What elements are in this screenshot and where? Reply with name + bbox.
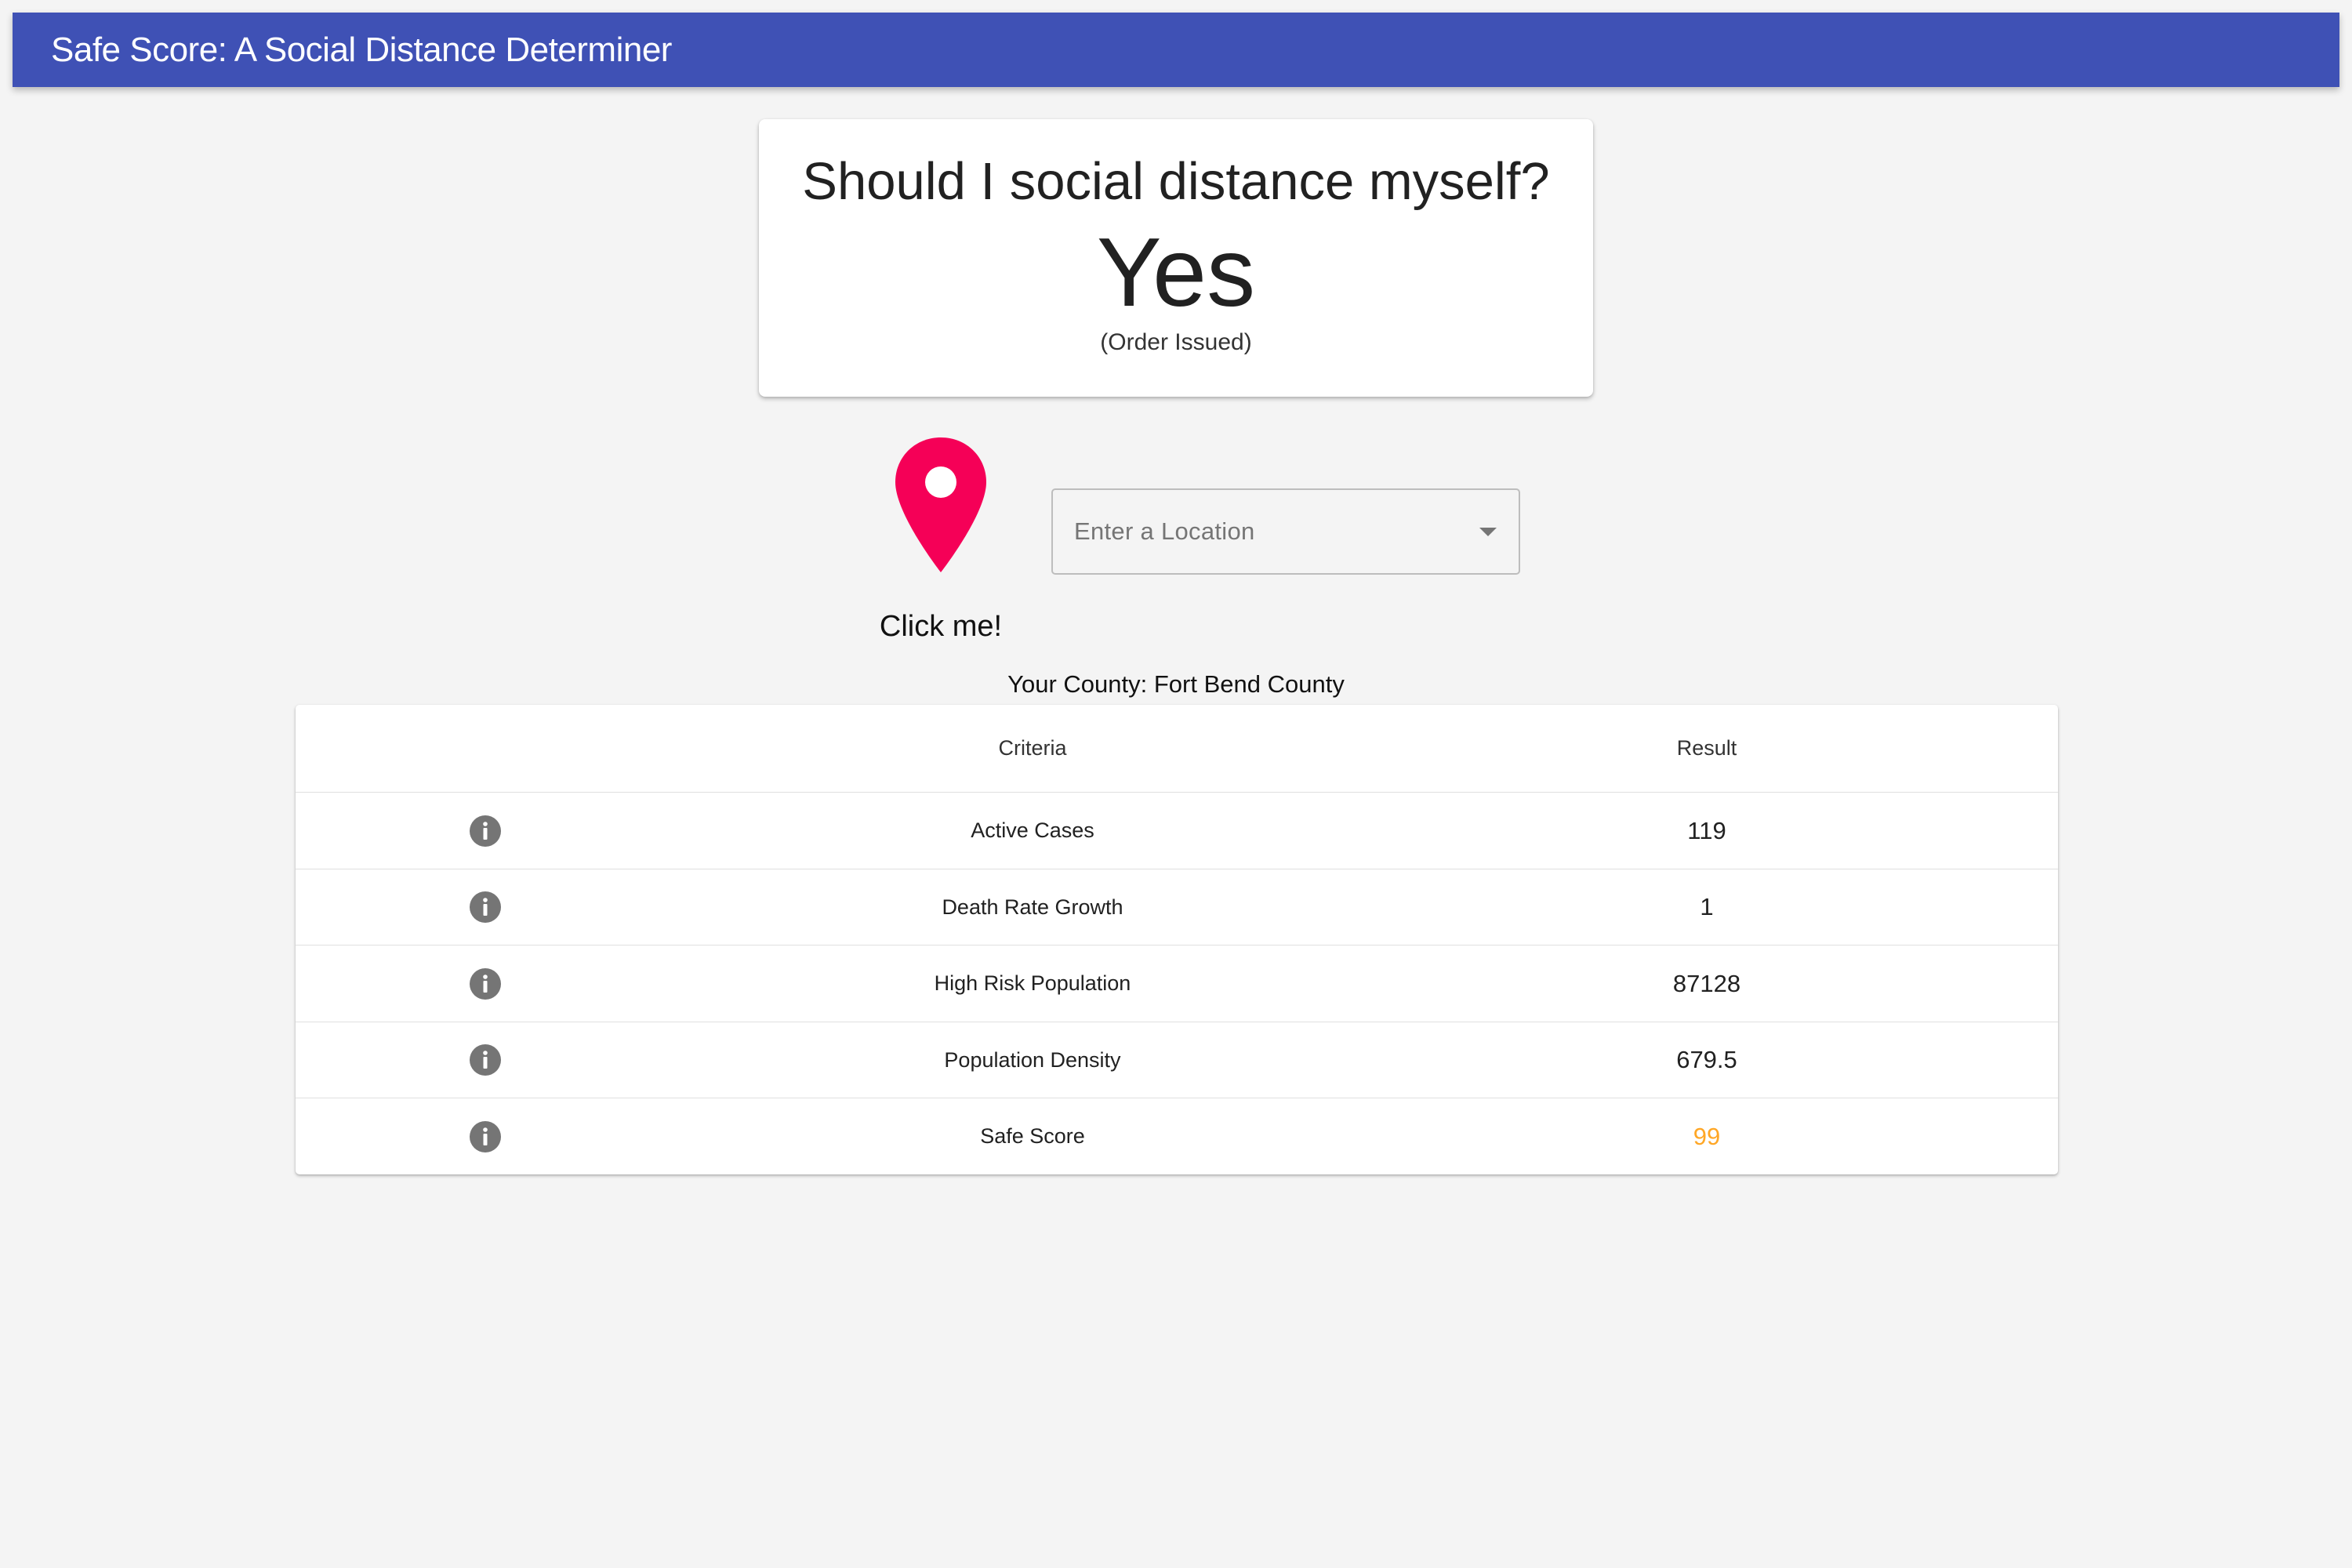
info-icon[interactable]	[470, 891, 501, 923]
info-icon[interactable]	[470, 967, 501, 1000]
result-cell: 1	[1700, 893, 1714, 920]
table-row: Active Cases 119	[296, 793, 2058, 869]
criteria-cell: Death Rate Growth	[942, 895, 1123, 919]
criteria-cell: Active Cases	[971, 818, 1094, 842]
criteria-cell: High Risk Population	[934, 971, 1131, 995]
location-input[interactable]: Enter a Location	[1074, 517, 1255, 546]
result-cell: 119	[1687, 816, 1726, 844]
header-criteria: Criteria	[998, 736, 1067, 760]
info-icon-cell	[296, 946, 675, 1022]
click-me-label[interactable]: Click me!	[861, 610, 1021, 644]
county-label: Your County: Fort Bend County	[1007, 670, 1345, 698]
question-text: Should I social distance myself?	[802, 152, 1550, 211]
criteria-cell: Safe Score	[980, 1124, 1085, 1148]
info-icon[interactable]	[470, 815, 501, 847]
table-row: Safe Score 99	[296, 1098, 2058, 1174]
info-icon-cell	[296, 1098, 675, 1174]
answer-card: Should I social distance myself? Yes (Or…	[759, 119, 1593, 397]
info-icon[interactable]	[470, 1120, 501, 1152]
result-cell: 679.5	[1676, 1046, 1737, 1073]
table-row: Population Density 679.5	[296, 1022, 2058, 1098]
criteria-table: Criteria Result Active Cases 119 Death R…	[296, 705, 2058, 1174]
criteria-cell: Population Density	[944, 1047, 1121, 1072]
arrow-drop-down-icon[interactable]	[1479, 528, 1497, 536]
info-icon-cell	[296, 793, 675, 869]
result-cell: 87128	[1672, 969, 1741, 997]
table-row: Death Rate Growth 1	[296, 869, 2058, 946]
header-icon-column	[296, 705, 675, 792]
location-autocomplete[interactable]: Enter a Location	[1051, 488, 1520, 575]
info-icon-cell	[296, 1022, 675, 1098]
header-result: Result	[1676, 736, 1737, 760]
location-pin-icon[interactable]	[894, 436, 988, 574]
app-title: Safe Score: A Social Distance Determiner	[51, 30, 672, 69]
app-bar: Safe Score: A Social Distance Determiner	[13, 13, 2339, 87]
order-status-text: (Order Issued)	[1100, 329, 1252, 355]
info-icon[interactable]	[470, 1044, 501, 1076]
use-my-location-button[interactable]: Click me!	[861, 436, 1021, 655]
info-icon-cell	[296, 869, 675, 945]
table-row: High Risk Population 87128	[296, 946, 2058, 1022]
safe-score-value: 99	[1693, 1122, 1721, 1150]
answer-text: Yes	[1096, 219, 1256, 327]
table-header-row: Criteria Result	[296, 705, 2058, 793]
